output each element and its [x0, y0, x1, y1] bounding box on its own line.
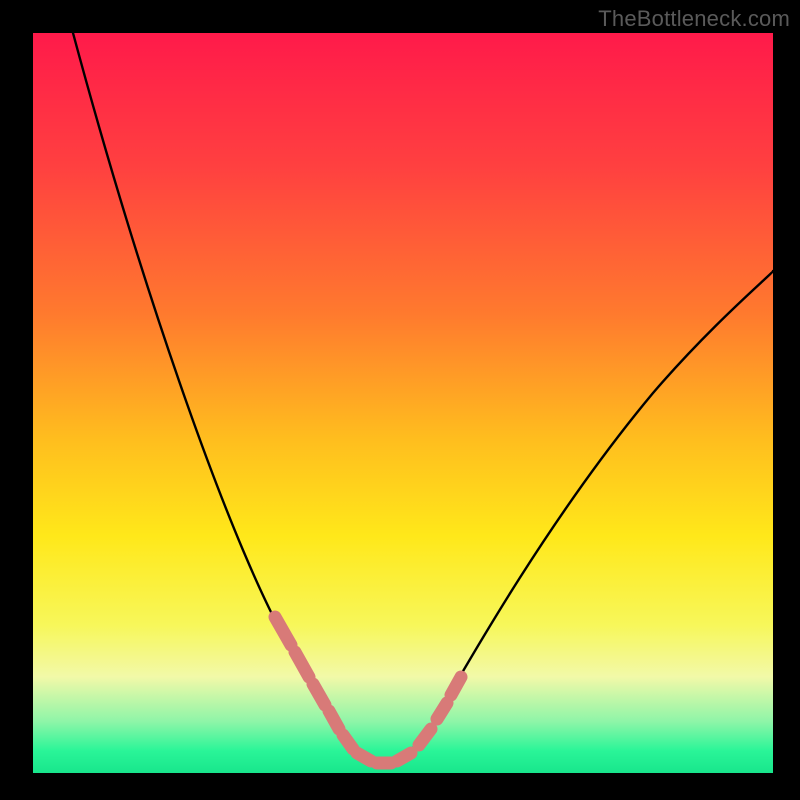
watermark-text: TheBottleneck.com — [598, 6, 790, 32]
highlight-seg — [295, 652, 309, 677]
highlight-seg — [329, 711, 339, 729]
highlight-seg — [343, 735, 353, 749]
curve-layer — [33, 33, 773, 773]
highlight-seg — [437, 703, 447, 719]
highlight-seg — [419, 729, 431, 745]
highlight-seg — [397, 753, 411, 761]
plot-area — [33, 33, 773, 773]
bottleneck-curve — [73, 33, 773, 763]
highlight-seg — [451, 677, 461, 695]
chart-frame: TheBottleneck.com — [0, 0, 800, 800]
highlight-seg — [357, 753, 371, 761]
highlight-seg — [275, 617, 291, 645]
highlight-band — [275, 617, 461, 763]
highlight-seg — [313, 684, 325, 705]
